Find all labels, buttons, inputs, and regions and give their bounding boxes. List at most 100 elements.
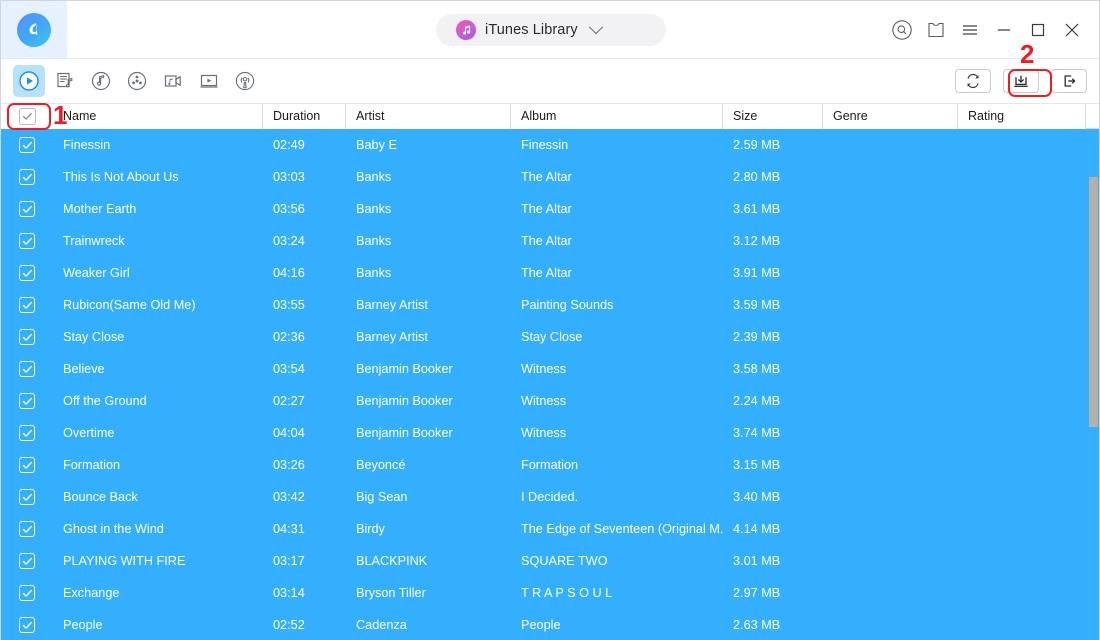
row-checkbox[interactable] — [1, 545, 53, 577]
select-all-checkbox[interactable] — [1, 103, 53, 129]
track-name: Bounce Back — [63, 490, 138, 504]
track-album: Witness — [521, 394, 567, 408]
row-checkbox[interactable] — [1, 609, 53, 640]
vertical-scrollbar[interactable] — [1087, 129, 1099, 640]
export-to-device-button[interactable] — [1003, 69, 1039, 93]
row-checkbox[interactable] — [1, 161, 53, 193]
row-checkbox[interactable] — [1, 257, 53, 289]
track-album: The Altar — [521, 266, 572, 280]
track-artist: Cadenza — [356, 618, 407, 632]
scrollbar-thumb[interactable] — [1089, 177, 1098, 427]
track-rating — [958, 193, 1086, 225]
track-duration: 03:17 — [273, 554, 305, 568]
track-name: Mother Earth — [63, 202, 137, 216]
row-checkbox[interactable] — [1, 513, 53, 545]
table-row[interactable]: Trainwreck 03:24 Banks The Altar 3.12 MB — [1, 225, 1099, 257]
table-row[interactable]: PLAYING WITH FIRE 03:17 BLACKPINK SQUARE TW… — [1, 545, 1099, 577]
column-header-size[interactable]: Size — [723, 103, 823, 129]
track-artist: Bryson Tiller — [356, 586, 426, 600]
track-genre — [823, 289, 958, 321]
search-icon[interactable] — [885, 13, 919, 47]
table-row[interactable]: Finessin 02:49 Baby E Finessin 2.59 MB — [1, 129, 1099, 161]
track-album: Painting Sounds — [521, 298, 614, 312]
table-row[interactable]: People 02:52 Cadenza People 2.63 MB — [1, 609, 1099, 640]
track-name: Rubicon(Same Old Me) — [63, 298, 196, 312]
track-duration: 03:26 — [273, 458, 305, 472]
music-disc-icon[interactable] — [85, 65, 117, 97]
table-row[interactable]: Mother Earth 03:56 Banks The Altar 3.61 MB — [1, 193, 1099, 225]
check-icon — [22, 333, 32, 341]
check-icon — [22, 621, 32, 629]
column-header-genre[interactable]: Genre — [823, 103, 958, 129]
track-artist: Benjamin Booker — [356, 426, 453, 440]
table-row[interactable]: Ghost in the Wind 04:31 Birdy The Edge of S… — [1, 513, 1099, 545]
table-row[interactable]: Exchange 03:14 Bryson Tiller T R A P S O U … — [1, 577, 1099, 609]
check-icon — [22, 525, 32, 533]
media-play-icon[interactable] — [13, 65, 45, 97]
check-icon — [22, 397, 32, 405]
row-checkbox[interactable] — [1, 481, 53, 513]
track-genre — [823, 513, 958, 545]
check-icon — [22, 269, 32, 277]
table-row[interactable]: This Is Not About Us 03:03 Banks The Altar 2… — [1, 161, 1099, 193]
podcast-icon[interactable] — [229, 65, 261, 97]
row-checkbox[interactable] — [1, 449, 53, 481]
import-button[interactable] — [1051, 69, 1087, 93]
row-checkbox[interactable] — [1, 577, 53, 609]
row-checkbox[interactable] — [1, 353, 53, 385]
music-video-icon[interactable] — [157, 65, 189, 97]
track-rating — [958, 609, 1086, 640]
library-selector[interactable]: iTunes Library — [436, 13, 666, 46]
track-size: 4.14 MB — [733, 522, 781, 536]
track-size: 3.58 MB — [733, 362, 781, 376]
checkbox-box — [19, 585, 35, 601]
track-name: Stay Close — [63, 330, 125, 344]
row-checkbox[interactable] — [1, 129, 53, 161]
column-header-album[interactable]: Album — [511, 103, 723, 129]
check-icon — [22, 461, 32, 469]
check-icon — [22, 141, 32, 149]
column-header-name[interactable]: Name — [53, 103, 263, 129]
row-checkbox[interactable] — [1, 225, 53, 257]
close-icon[interactable] — [1055, 13, 1089, 47]
table-row[interactable]: Bounce Back 03:42 Big Sean I Decided. 3.40 M… — [1, 481, 1099, 513]
checkbox-box — [19, 521, 35, 537]
table-row[interactable]: Stay Close 02:36 Barney Artist Stay Close 2.… — [1, 321, 1099, 353]
tv-show-icon[interactable] — [193, 65, 225, 97]
track-duration: 04:04 — [273, 426, 305, 440]
track-size: 3.01 MB — [733, 554, 781, 568]
row-checkbox[interactable] — [1, 193, 53, 225]
row-checkbox[interactable] — [1, 417, 53, 449]
maximize-icon[interactable] — [1021, 13, 1055, 47]
movie-reel-icon[interactable] — [121, 65, 153, 97]
track-list: Finessin 02:49 Baby E Finessin 2.59 MB This I… — [1, 129, 1099, 640]
column-header-duration[interactable]: Duration — [263, 103, 346, 129]
table-row[interactable]: Formation 03:26 Beyoncé Formation 3.15 MB — [1, 449, 1099, 481]
menu-icon[interactable] — [953, 13, 987, 47]
row-checkbox[interactable] — [1, 321, 53, 353]
row-checkbox[interactable] — [1, 289, 53, 321]
track-genre — [823, 161, 958, 193]
table-row[interactable]: Off the Ground 02:27 Benjamin Booker Witnes… — [1, 385, 1099, 417]
track-artist: Birdy — [356, 522, 385, 536]
track-duration: 03:03 — [273, 170, 305, 184]
table-row[interactable]: Rubicon(Same Old Me) 03:55 Barney Artist Pa… — [1, 289, 1099, 321]
title-bar: iTunes Library — [1, 1, 1099, 59]
track-artist: Benjamin Booker — [356, 362, 453, 376]
table-row[interactable]: Weaker Girl 04:16 Banks The Altar 3.91 MB — [1, 257, 1099, 289]
refresh-button[interactable] — [955, 69, 991, 93]
playlist-icon[interactable] — [49, 65, 81, 97]
minimize-icon[interactable] — [987, 13, 1021, 47]
track-rating — [958, 257, 1086, 289]
track-rating — [958, 449, 1086, 481]
column-header-rating[interactable]: Rating — [958, 103, 1086, 129]
track-genre — [823, 321, 958, 353]
track-album: Witness — [521, 362, 567, 376]
table-row[interactable]: Overtime 04:04 Benjamin Booker Witness 3.74 … — [1, 417, 1099, 449]
skin-tshirt-icon[interactable] — [919, 13, 953, 47]
track-rating — [958, 577, 1086, 609]
row-checkbox[interactable] — [1, 385, 53, 417]
check-icon — [22, 237, 32, 245]
table-row[interactable]: Believe 03:54 Benjamin Booker Witness 3.58 M… — [1, 353, 1099, 385]
column-header-artist[interactable]: Artist — [346, 103, 511, 129]
